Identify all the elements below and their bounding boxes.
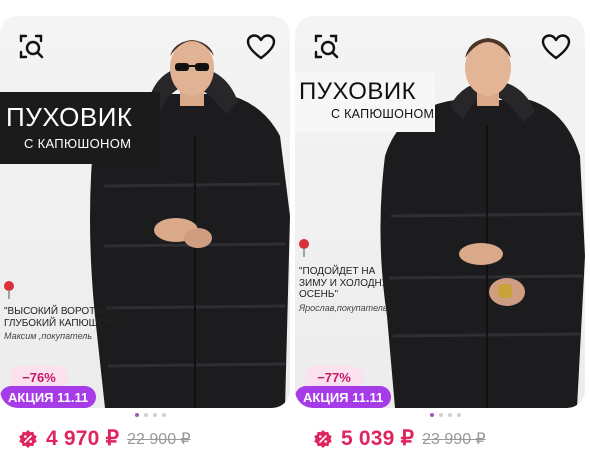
pin-icon	[4, 281, 14, 299]
pagination-dot	[457, 413, 461, 417]
promo-tag: АКЦИЯ 11.11	[0, 386, 97, 408]
pagination-dot	[153, 413, 157, 417]
similar-search-button[interactable]	[14, 30, 48, 64]
old-price: 23 990 ₽	[422, 430, 486, 448]
review-author: Ярослав,покупатель	[299, 302, 388, 313]
heart-icon	[246, 34, 276, 60]
review-text: "ВЫСОКИЙ ВОРОТНИК, ГЛУБОКИЙ КАПЮШОН"	[4, 306, 119, 329]
pagination-dot	[144, 413, 148, 417]
banner-subtitle: С КАПЮШОНОМ	[24, 136, 132, 151]
photo-pagination	[430, 413, 461, 417]
photo-pagination	[135, 413, 166, 417]
favorite-button[interactable]	[539, 30, 573, 64]
customer-review: "ПОДОЙДЕТ НА ЗИМУ И ХОЛОДНУЮ ОСЕНЬ" Ярос…	[299, 266, 399, 314]
promo-tag: АКЦИЯ 11.11	[295, 386, 392, 408]
discount-badge-icon	[19, 429, 37, 448]
pagination-dot	[162, 413, 166, 417]
discount-badge-icon	[314, 429, 332, 448]
review-author: Максим ,покупатель	[4, 331, 93, 341]
favorite-button[interactable]	[244, 30, 278, 64]
pagination-dot	[135, 413, 139, 417]
heart-icon	[541, 34, 571, 60]
review-text: "ПОДОЙДЕТ НА ЗИМУ И ХОЛОДНУЮ ОСЕНЬ"	[299, 266, 399, 300]
promo-banner: ПУХОВИК С КАПЮШОНОМ	[295, 72, 435, 132]
model-in-jacket-image	[90, 40, 290, 408]
product-card[interactable]: ПУХОВИК С КАПЮШОНОМ "ПОДОЙДЕТ НА ЗИМУ И …	[295, 16, 585, 450]
current-price: 4 970 ₽	[46, 427, 120, 450]
customer-review: "ВЫСОКИЙ ВОРОТНИК, ГЛУБОКИЙ КАПЮШОН" Мак…	[4, 306, 124, 343]
banner-subtitle: С КАПЮШОНОМ	[331, 107, 435, 121]
promo-banner: ПУХОВИК С КАПЮШОНОМ	[0, 92, 160, 164]
discount-badge: −77%	[305, 366, 363, 388]
banner-title: ПУХОВИК	[299, 78, 417, 105]
similar-search-button[interactable]	[309, 30, 343, 64]
pagination-dot	[439, 413, 443, 417]
product-photo[interactable]: ПУХОВИК С КАПЮШОНОМ "ПОДОЙДЕТ НА ЗИМУ И …	[295, 16, 585, 408]
similar-search-icon	[19, 34, 44, 59]
discount-badge: −76%	[10, 366, 68, 388]
product-card[interactable]: ПУХОВИК С КАПЮШОНОМ "ВЫСОКИЙ ВОРОТНИК, Г…	[0, 16, 290, 450]
pagination-dot	[430, 413, 434, 417]
old-price: 22 900 ₽	[127, 430, 191, 448]
banner-title: ПУХОВИК	[6, 102, 133, 132]
current-price: 5 039 ₽	[341, 427, 415, 450]
product-photo[interactable]: ПУХОВИК С КАПЮШОНОМ "ВЫСОКИЙ ВОРОТНИК, Г…	[0, 16, 290, 408]
price-row: 5 039 ₽ 23 990 ₽	[313, 426, 486, 450]
price-row: 4 970 ₽ 22 900 ₽	[18, 426, 191, 450]
similar-search-icon	[314, 34, 339, 59]
pin-icon	[299, 239, 309, 257]
pagination-dot	[448, 413, 452, 417]
